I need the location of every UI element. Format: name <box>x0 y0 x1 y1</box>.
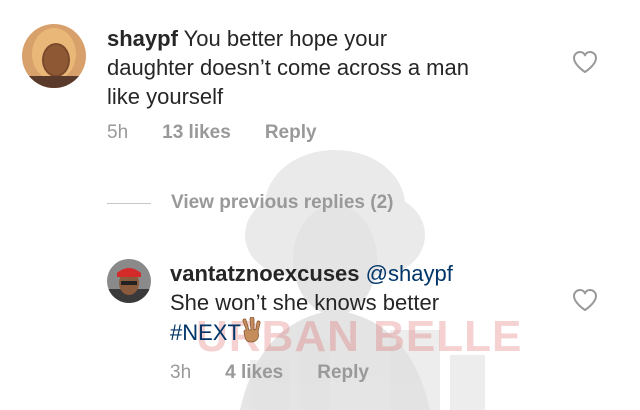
avatar-photo <box>22 24 86 88</box>
view-previous-replies[interactable]: View previous replies (2) <box>107 192 393 214</box>
heart-icon[interactable] <box>572 288 598 312</box>
avatar-photo <box>107 259 151 303</box>
comment-text: shaypf You better hope your daughter doe… <box>107 24 547 111</box>
view-replies-label[interactable]: View previous replies (2) <box>171 192 393 214</box>
hashtag-link[interactable]: #NEXT <box>170 320 241 345</box>
comment-meta: 5h 13 likes Reply <box>107 122 317 144</box>
comment-body-line: You better hope your <box>183 26 388 51</box>
comment-line: shaypf You better hope your <box>107 24 547 53</box>
mention-link[interactable]: @shaypf <box>366 261 453 286</box>
victory-hand-icon <box>241 316 263 350</box>
comments-thread: URBAN BELLE shaypf You better hope your … <box>0 0 640 410</box>
comment-body-line: like yourself <box>107 84 224 109</box>
timestamp: 3h <box>170 362 192 383</box>
reply-text: vantatznoexcuses @shaypf She won’t she k… <box>170 259 550 350</box>
reply-meta: 3h 4 likes Reply <box>170 362 369 384</box>
reply-button[interactable]: Reply <box>317 362 369 384</box>
reply-button[interactable]: Reply <box>265 122 317 144</box>
comment-body-line: daughter doesn’t come across a man <box>107 55 469 80</box>
likes-count[interactable]: 13 likes <box>162 122 231 144</box>
timestamp: 5h <box>107 122 129 143</box>
username[interactable]: shaypf <box>107 26 178 51</box>
likes-count[interactable]: 4 likes <box>225 362 283 384</box>
heart-icon[interactable] <box>572 50 598 74</box>
username[interactable]: vantatznoexcuses <box>170 261 360 286</box>
reply-line: vantatznoexcuses @shaypf <box>170 259 550 288</box>
reply-body-line: She won’t she knows better <box>170 290 440 315</box>
divider <box>107 202 151 204</box>
reply-body-line: #NEXT <box>170 316 550 350</box>
avatar[interactable] <box>107 259 151 303</box>
avatar[interactable] <box>22 24 86 88</box>
